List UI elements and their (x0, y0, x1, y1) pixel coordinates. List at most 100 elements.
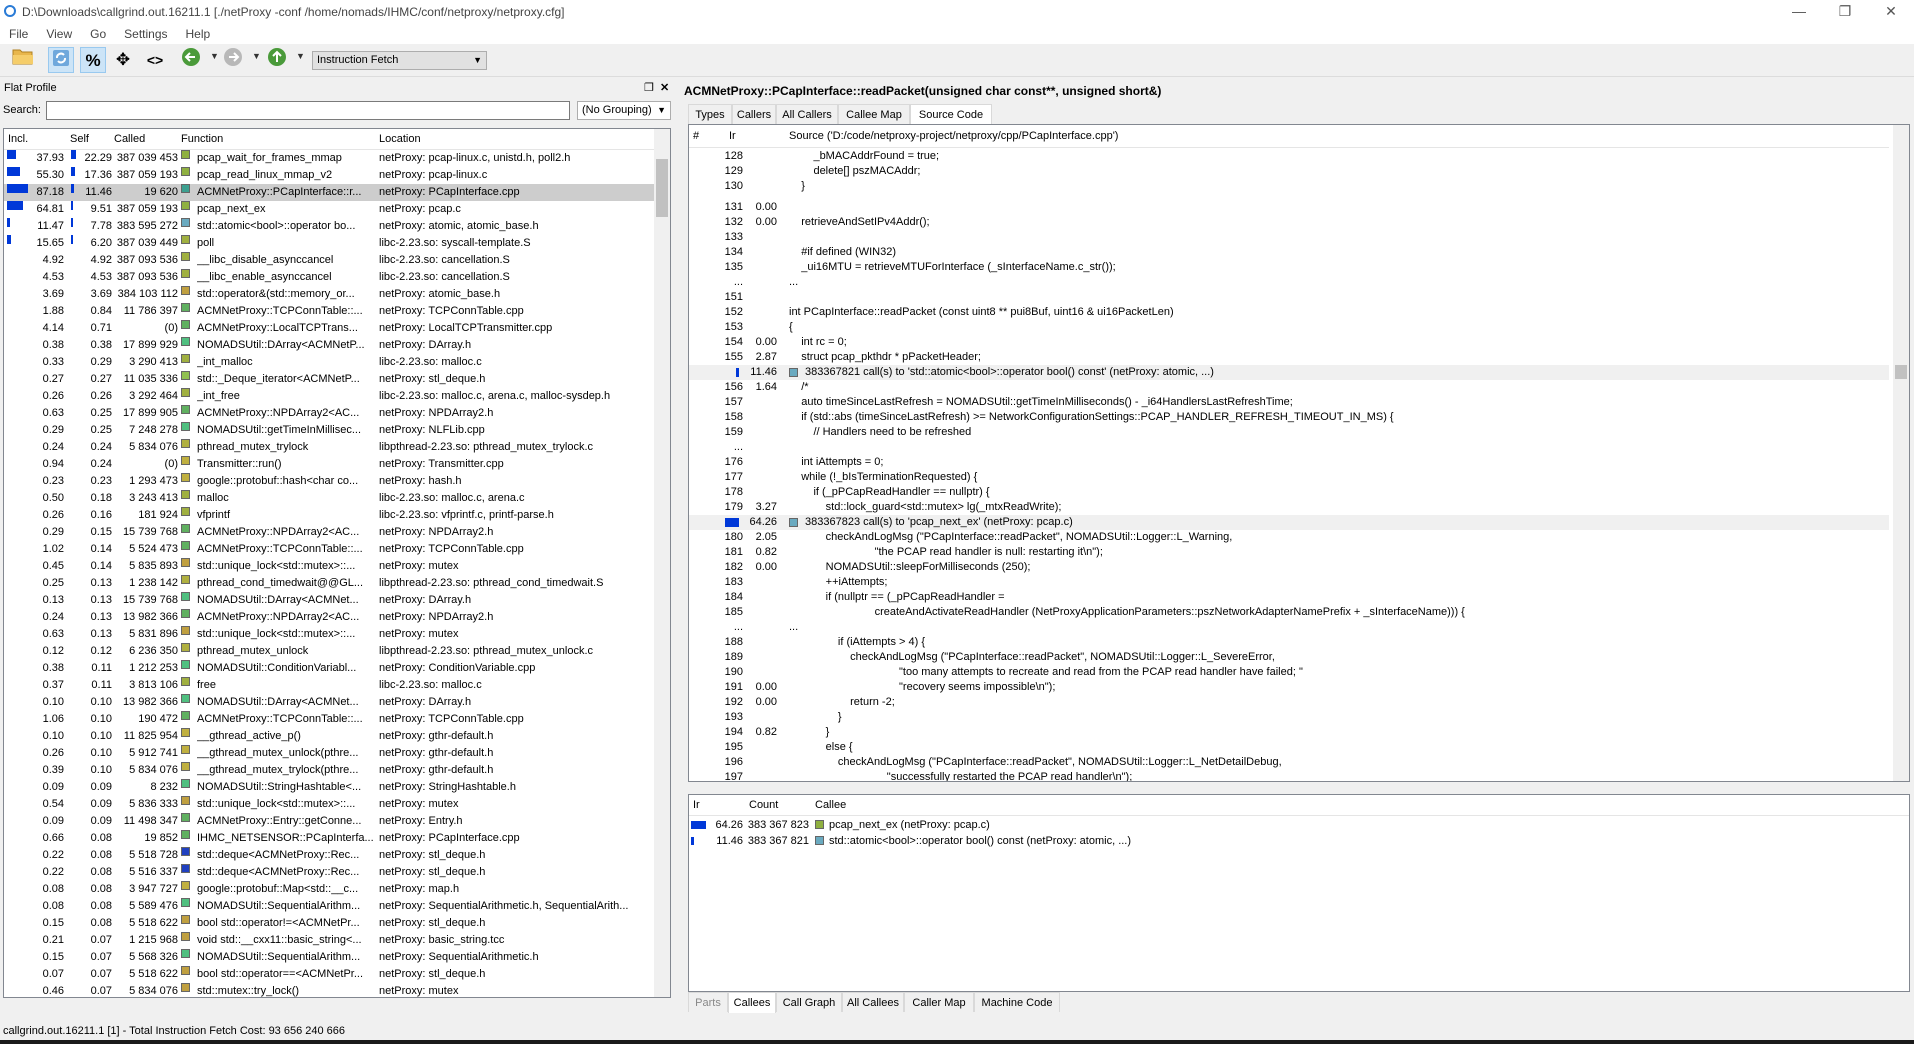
col-location[interactable]: Location (379, 133, 421, 145)
col-source[interactable]: Source ('D:/code/netproxy-project/netpro… (789, 130, 1118, 142)
col-called[interactable]: Called (114, 133, 145, 145)
table-row[interactable]: 0.15 0.07 5 568 326 NOMADSUtil::SequentialA… (4, 949, 670, 966)
source-line[interactable]: 132 0.00 retrieveAndSetIPv4Addr(); (689, 215, 1889, 230)
tab-callers[interactable]: Callers (732, 104, 776, 124)
table-row[interactable]: 1.88 0.84 11 786 397 ACMNetProxy::TCPConnTa… (4, 303, 670, 320)
tab-callees[interactable]: Callees (728, 992, 776, 1013)
table-row[interactable]: 0.09 0.09 8 232 NOMADSUtil::StringHashtable… (4, 779, 670, 796)
table-row[interactable]: 0.08 0.08 3 947 727 google::protobuf::Map<s… (4, 881, 670, 898)
source-line[interactable]: 156 1.64 /* (689, 380, 1889, 395)
table-row[interactable]: 0.26 0.16 181 924 vfprintf libc-2.23.so: vfp… (4, 507, 670, 524)
table-row[interactable]: 0.63 0.13 5 831 896 std::unique_lock<std::m… (4, 626, 670, 643)
source-line[interactable]: 195 else { (689, 740, 1889, 755)
table-row[interactable]: 0.63 0.25 17 899 905 ACMNetProxy::NPDArray2… (4, 405, 670, 422)
source-line[interactable]: 191 0.00 "recovery seems impossible\n"); (689, 680, 1889, 695)
menu-settings[interactable]: Settings (115, 25, 176, 44)
source-line[interactable]: 130 } (689, 179, 1889, 194)
source-line[interactable]: 135 _ui16MTU = retrieveMTUForInterface (… (689, 260, 1889, 275)
callees-panel[interactable]: Ir Count Callee 64.26 383 367 823 pcap_nex… (688, 794, 1910, 992)
table-row[interactable]: 0.66 0.08 19 852 IHMC_NETSENSOR::PCapInterf… (4, 830, 670, 847)
move-icon[interactable]: ✥ (110, 47, 136, 73)
table-row[interactable]: 0.38 0.11 1 212 253 NOMADSUtil::ConditionVa… (4, 660, 670, 677)
col-callee-ir[interactable]: Ir (693, 799, 700, 811)
col-line-number[interactable]: # (693, 130, 699, 142)
source-line[interactable]: 188 if (iAttempts > 4) { (689, 635, 1889, 650)
source-line[interactable]: 192 0.00 return -2; (689, 695, 1889, 710)
table-row[interactable]: 0.24 0.13 13 982 366 ACMNetProxy::NPDArray2… (4, 609, 670, 626)
maximize-button[interactable]: ❐ (1822, 0, 1868, 25)
up-icon[interactable] (264, 47, 290, 73)
source-line[interactable]: 184 if (nullptr == (_pPCapReadHandler = (689, 590, 1889, 605)
scrollbar-thumb[interactable] (656, 159, 668, 217)
source-line[interactable]: 196 checkAndLogMsg ("PCapInterface::read… (689, 755, 1889, 770)
float-icon[interactable]: ❐ (644, 78, 654, 98)
source-line[interactable]: 152 int PCapInterface::readPacket (const … (689, 305, 1889, 320)
table-row[interactable]: 0.25 0.13 1 238 142 pthread_cond_timedwait@… (4, 575, 670, 592)
table-row[interactable]: 0.10 0.10 13 982 366 NOMADSUtil::DArray<ACM… (4, 694, 670, 711)
minimize-button[interactable]: — (1776, 0, 1822, 25)
table-row[interactable]: 11.47 7.78 383 595 272 std::atomic<bool>::o… (4, 218, 670, 235)
table-row[interactable]: 0.46 0.07 5 834 076 std::mutex::try_lock() n… (4, 983, 670, 997)
tab-all-callees[interactable]: All Callees (842, 992, 904, 1012)
grouping-select[interactable]: (No Grouping) ▼ (577, 101, 671, 120)
source-line[interactable]: 158 if (std::abs (timeSinceLastRefresh) … (689, 410, 1889, 425)
table-row[interactable]: 0.15 0.08 5 518 622 bool std::operator!=<AC… (4, 915, 670, 932)
tab-caller-map[interactable]: Caller Map (904, 992, 974, 1012)
menu-go[interactable]: Go (81, 25, 115, 44)
table-row[interactable]: 0.24 0.24 5 834 076 pthread_mutex_trylock li… (4, 439, 670, 456)
tab-parts[interactable]: Parts (688, 992, 728, 1012)
table-row[interactable]: 0.23 0.23 1 293 473 google::protobuf::hash<… (4, 473, 670, 490)
table-row[interactable]: 55.30 17.36 387 059 193 pcap_read_linux_mma… (4, 167, 670, 184)
percent-icon[interactable]: % (80, 47, 106, 73)
col-callee-name[interactable]: Callee (815, 799, 846, 811)
back-icon[interactable] (178, 47, 204, 73)
table-row[interactable]: 0.10 0.10 11 825 954 __gthread_active_p() ne… (4, 728, 670, 745)
source-line[interactable]: 176 int iAttempts = 0; (689, 455, 1889, 470)
close-button[interactable]: ✕ (1868, 0, 1914, 25)
table-row[interactable]: 0.54 0.09 5 836 333 std::unique_lock<std::m… (4, 796, 670, 813)
table-row[interactable]: 0.38 0.38 17 899 929 NOMADSUtil::DArray<ACM… (4, 337, 670, 354)
source-line[interactable]: 180 2.05 checkAndLogMsg ("PCapInterface::… (689, 530, 1889, 545)
gap-line[interactable]: ... (689, 440, 1889, 455)
table-row[interactable]: 0.26 0.26 3 292 464 _int_free libc-2.23.so: … (4, 388, 670, 405)
table-row[interactable]: 0.45 0.14 5 835 893 std::unique_lock<std::m… (4, 558, 670, 575)
table-row[interactable]: 0.50 0.18 3 243 413 malloc libc-2.23.so: mal… (4, 490, 670, 507)
table-row[interactable]: 0.22 0.08 5 518 728 std::deque<ACMNetProxy:… (4, 847, 670, 864)
source-line[interactable]: 197 "successfully restarted the PCAP rea… (689, 770, 1889, 781)
table-row[interactable]: 87.18 11.46 19 620 ACMNetProxy::PCapInterfa… (4, 184, 670, 201)
source-line[interactable]: 155 2.87 struct pcap_pkthdr * pPacketHead… (689, 350, 1889, 365)
gap-line[interactable]: ...... (689, 275, 1889, 290)
source-line[interactable]: 154 0.00 int rc = 0; (689, 335, 1889, 350)
event-type-select[interactable]: Instruction Fetch ▼ (312, 51, 487, 70)
close-pane-icon[interactable]: ✕ (660, 78, 669, 98)
source-line[interactable]: 193 } (689, 710, 1889, 725)
table-row[interactable]: 1.02 0.14 5 524 473 ACMNetProxy::TCPConnTab… (4, 541, 670, 558)
table-row[interactable]: 3.69 3.69 384 103 112 std::operator&(std::m… (4, 286, 670, 303)
source-line[interactable]: 134 #if defined (WIN32) (689, 245, 1889, 260)
source-line[interactable]: 151 (689, 290, 1889, 305)
table-row[interactable]: 0.27 0.27 11 035 336 std::_Deque_iterator<A… (4, 371, 670, 388)
open-folder-icon[interactable] (10, 47, 36, 73)
menu-help[interactable]: Help (177, 25, 220, 44)
table-row[interactable]: 1.06 0.10 190 472 ACMNetProxy::TCPConnTable… (4, 711, 670, 728)
table-row[interactable]: 4.14 0.71 (0) ACMNetProxy::LocalTCPTrans...… (4, 320, 670, 337)
code-brackets-icon[interactable]: <> (142, 47, 168, 73)
table-row[interactable]: 0.29 0.15 15 739 768 ACMNetProxy::NPDArray2… (4, 524, 670, 541)
source-scrollbar[interactable] (1893, 125, 1909, 781)
source-line[interactable]: 128 _bMACAddrFound = true; (689, 149, 1889, 164)
vertical-scrollbar[interactable] (654, 129, 670, 997)
table-row[interactable]: 0.29 0.25 7 248 278 NOMADSUtil::getTimeInMi… (4, 422, 670, 439)
col-callee-count[interactable]: Count (749, 799, 778, 811)
source-line[interactable]: 190 "too many attempts to recreate and r… (689, 665, 1889, 680)
gap-line[interactable]: ...... (689, 620, 1889, 635)
table-row[interactable]: 4.53 4.53 387 093 536 __libc_enable_asyncca… (4, 269, 670, 286)
source-line[interactable]: 179 3.27 std::lock_guard<std::mutex> lg(_… (689, 500, 1889, 515)
table-row[interactable]: 37.93 22.29 387 039 453 pcap_wait_for_frame… (4, 150, 670, 167)
table-row[interactable]: 0.94 0.24 (0) Transmitter::run() netProxy: T… (4, 456, 670, 473)
table-row[interactable]: 0.33 0.29 3 290 413 _int_malloc libc-2.23.so… (4, 354, 670, 371)
forward-icon[interactable] (220, 47, 246, 73)
col-self[interactable]: Self (70, 133, 89, 145)
call-line[interactable]: 11.46 383367821 call(s) to 'std::atomic<b… (689, 365, 1889, 380)
source-line[interactable]: 182 0.00 NOMADSUtil::sleepForMilliseconds… (689, 560, 1889, 575)
search-input[interactable] (46, 101, 570, 120)
